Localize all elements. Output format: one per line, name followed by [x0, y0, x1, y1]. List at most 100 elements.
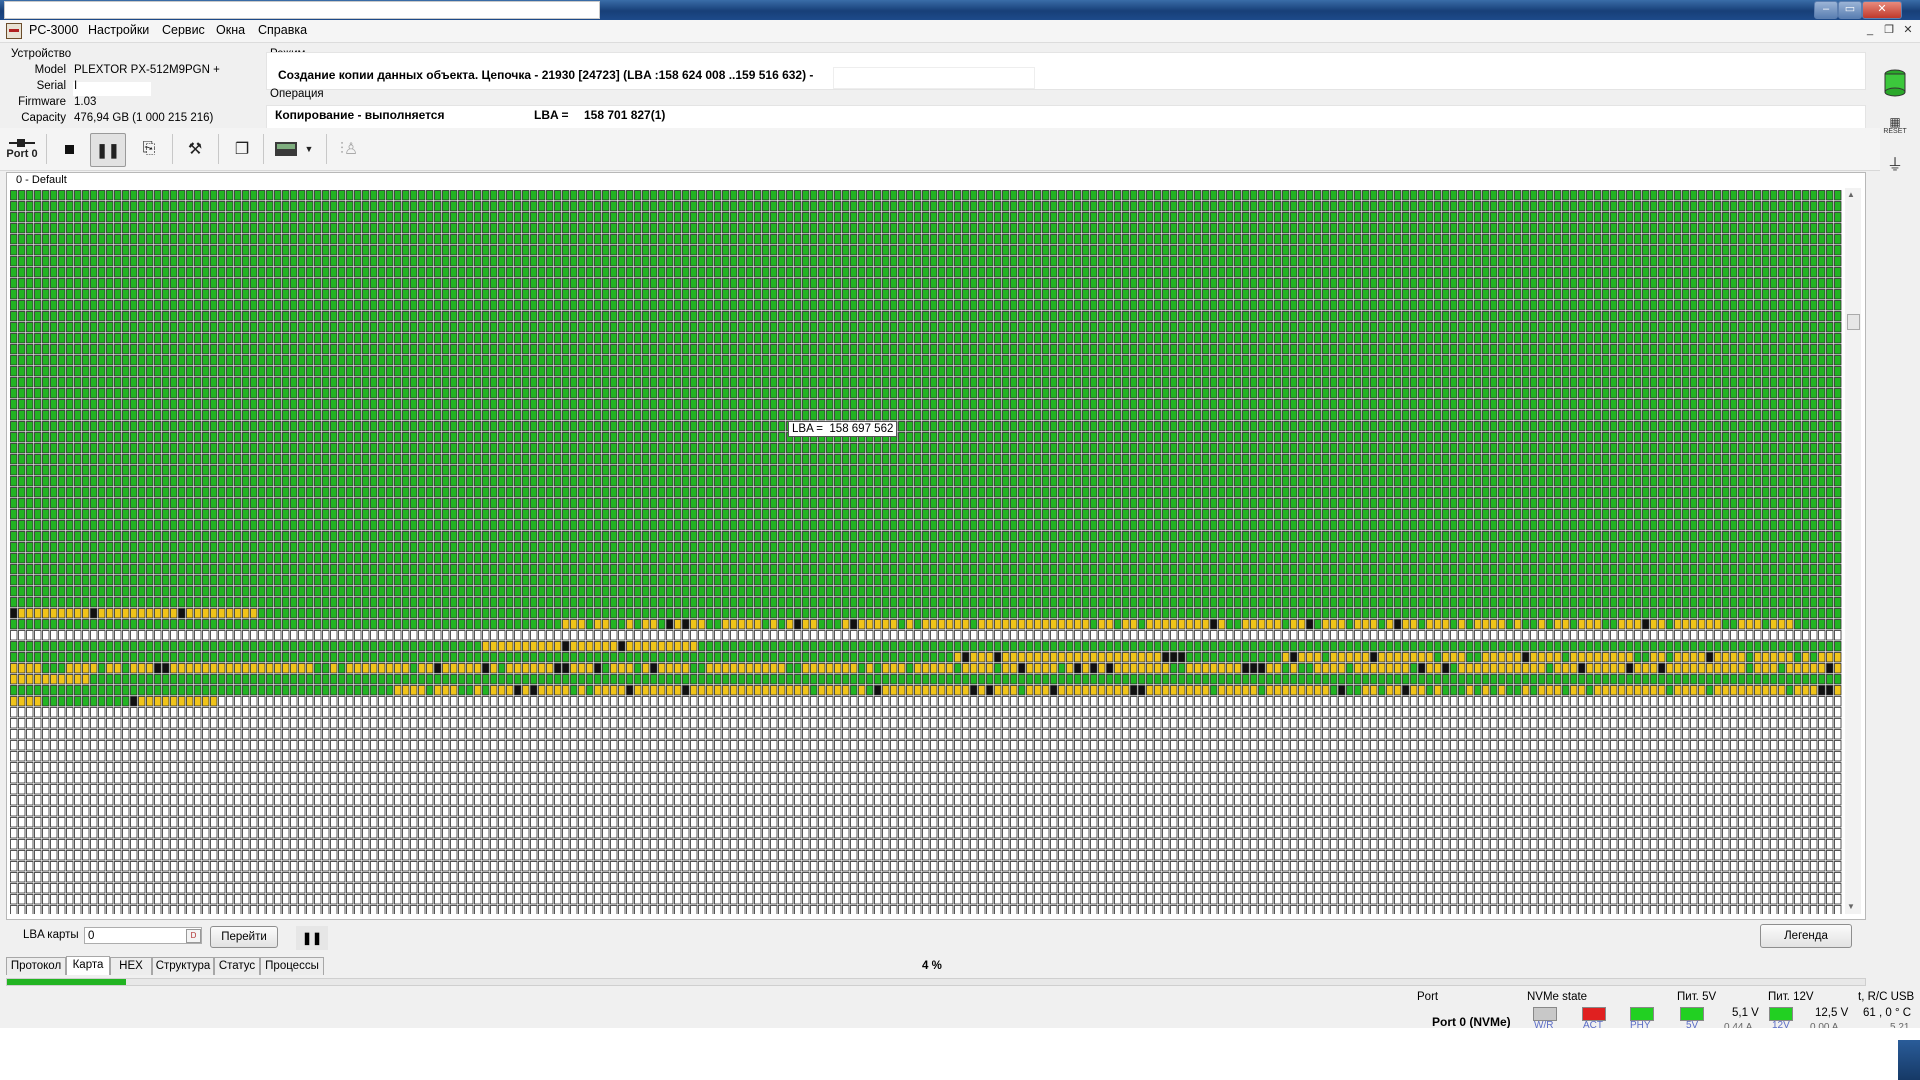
sector-block[interactable]	[1242, 322, 1250, 333]
sector-block[interactable]	[1810, 212, 1818, 223]
sector-block[interactable]	[1378, 300, 1386, 311]
sector-block[interactable]	[402, 278, 410, 289]
sector-block[interactable]	[1666, 366, 1674, 377]
sector-block[interactable]	[1434, 201, 1442, 212]
sector-block[interactable]	[1242, 388, 1250, 399]
sector-block[interactable]	[1074, 212, 1082, 223]
sector-block[interactable]	[722, 322, 730, 333]
sector-block[interactable]	[1130, 322, 1138, 333]
sector-block[interactable]	[298, 322, 306, 333]
sector-block[interactable]	[1226, 267, 1234, 278]
sector-block[interactable]	[1434, 278, 1442, 289]
sector-block[interactable]	[1370, 289, 1378, 300]
sector-block[interactable]	[1458, 256, 1466, 267]
sector-block[interactable]	[314, 234, 322, 245]
sector-block[interactable]	[786, 212, 794, 223]
sector-block[interactable]	[698, 366, 706, 377]
sector-block[interactable]	[954, 344, 962, 355]
sector-block[interactable]	[946, 388, 954, 399]
sector-block[interactable]	[970, 344, 978, 355]
sector-block[interactable]	[1282, 388, 1290, 399]
sector-block[interactable]	[1794, 245, 1802, 256]
sector-block[interactable]	[410, 311, 418, 322]
sector-block[interactable]	[906, 344, 914, 355]
sector-block[interactable]	[1170, 190, 1178, 201]
sector-block[interactable]	[1650, 223, 1658, 234]
sector-block[interactable]	[1090, 333, 1098, 344]
sector-block[interactable]	[1034, 333, 1042, 344]
sector-block[interactable]	[810, 322, 818, 333]
sector-block[interactable]	[154, 355, 162, 366]
sector-block[interactable]	[1314, 300, 1322, 311]
sector-block[interactable]	[1410, 366, 1418, 377]
sector-block[interactable]	[402, 410, 410, 421]
sector-block[interactable]	[1394, 212, 1402, 223]
sector-block[interactable]	[1066, 388, 1074, 399]
sector-block[interactable]	[722, 344, 730, 355]
sector-block[interactable]	[1466, 256, 1474, 267]
sector-block[interactable]	[666, 399, 674, 410]
sector-block[interactable]	[258, 278, 266, 289]
sector-block[interactable]	[954, 278, 962, 289]
sector-block[interactable]	[1402, 190, 1410, 201]
sector-block[interactable]	[42, 256, 50, 267]
sector-block[interactable]	[386, 245, 394, 256]
sector-block[interactable]	[1378, 333, 1386, 344]
sector-block[interactable]	[194, 333, 202, 344]
sector-block[interactable]	[554, 399, 562, 410]
sector-block[interactable]	[154, 256, 162, 267]
sector-block[interactable]	[1242, 212, 1250, 223]
sector-block[interactable]	[122, 278, 130, 289]
sector-block[interactable]	[610, 190, 618, 201]
sector-block[interactable]	[1026, 234, 1034, 245]
sector-block[interactable]	[1370, 322, 1378, 333]
sector-block[interactable]	[50, 322, 58, 333]
sector-block[interactable]	[1282, 234, 1290, 245]
sector-block[interactable]	[1362, 256, 1370, 267]
sector-block[interactable]	[362, 300, 370, 311]
sector-block[interactable]	[1506, 410, 1514, 421]
sector-block[interactable]	[298, 234, 306, 245]
sector-block[interactable]	[162, 322, 170, 333]
sector-block[interactable]	[1546, 289, 1554, 300]
sector-block[interactable]	[314, 278, 322, 289]
sector-block[interactable]	[1826, 344, 1834, 355]
sector-block[interactable]	[1138, 289, 1146, 300]
sector-block[interactable]	[194, 322, 202, 333]
sector-block[interactable]	[1242, 278, 1250, 289]
menu-settings[interactable]: Настройки	[88, 23, 149, 37]
menu-app[interactable]: PC-3000	[29, 23, 78, 37]
sector-block[interactable]	[586, 322, 594, 333]
sector-block[interactable]	[1426, 311, 1434, 322]
sector-block[interactable]	[922, 289, 930, 300]
sector-block[interactable]	[418, 245, 426, 256]
sector-block[interactable]	[50, 256, 58, 267]
sector-block[interactable]	[1138, 333, 1146, 344]
sector-block[interactable]	[1194, 344, 1202, 355]
sector-block[interactable]	[226, 355, 234, 366]
sector-block[interactable]	[1338, 322, 1346, 333]
sector-block[interactable]	[1730, 355, 1738, 366]
sector-block[interactable]	[530, 333, 538, 344]
sector-block[interactable]	[210, 344, 218, 355]
sector-block[interactable]	[826, 190, 834, 201]
sector-block[interactable]	[1458, 190, 1466, 201]
sector-block[interactable]	[194, 245, 202, 256]
sector-block[interactable]	[1538, 344, 1546, 355]
sector-block[interactable]	[906, 377, 914, 388]
sector-block[interactable]	[1138, 366, 1146, 377]
sector-block[interactable]	[1346, 289, 1354, 300]
sector-block[interactable]	[1378, 190, 1386, 201]
sector-block[interactable]	[242, 245, 250, 256]
sector-block[interactable]	[762, 201, 770, 212]
sector-block[interactable]	[890, 311, 898, 322]
sector-block[interactable]	[530, 355, 538, 366]
sector-block[interactable]	[1274, 344, 1282, 355]
sector-block[interactable]	[1258, 234, 1266, 245]
sector-block[interactable]	[594, 289, 602, 300]
sector-block[interactable]	[1610, 245, 1618, 256]
sector-block[interactable]	[426, 366, 434, 377]
sector-block[interactable]	[658, 399, 666, 410]
sector-block[interactable]	[546, 366, 554, 377]
sector-block[interactable]	[1162, 289, 1170, 300]
